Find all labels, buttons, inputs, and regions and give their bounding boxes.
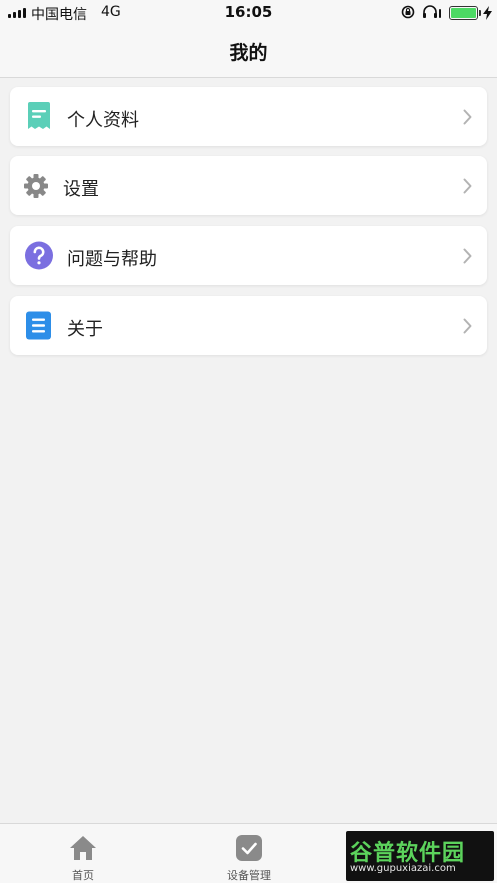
menu-label-help: 问题与帮助 <box>67 249 157 270</box>
page-title: 我的 <box>229 42 268 64</box>
tab-label-home: 首页 <box>72 869 94 882</box>
checkbox-icon <box>236 835 262 861</box>
menu-item-settings[interactable]: 设置 <box>10 156 487 215</box>
chevron-right-icon <box>463 109 472 125</box>
battery-icon <box>449 6 481 20</box>
home-icon <box>70 836 96 860</box>
profile-doc-icon <box>28 102 50 129</box>
question-icon <box>25 241 53 270</box>
list-doc-icon <box>26 311 51 340</box>
gear-icon <box>24 174 48 198</box>
tab-label-device-management: 设备管理 <box>227 869 271 882</box>
status-bar: 中国电信 4G 16:05 <box>0 0 497 26</box>
menu-item-about[interactable]: 关于 <box>10 296 487 355</box>
menu-label-about: 关于 <box>67 319 103 340</box>
watermark-url: www.gupuxiazai.com <box>350 863 456 874</box>
rotation-lock-icon <box>401 5 415 19</box>
watermark-logo: 谷普软件园 www.gupuxiazai.com <box>346 831 494 881</box>
tab-home[interactable]: 首页 <box>0 824 166 883</box>
chevron-right-icon <box>463 178 472 194</box>
chevron-right-icon <box>463 318 472 334</box>
chevron-right-icon <box>463 248 472 264</box>
tab-device-management[interactable]: 设备管理 <box>166 824 332 883</box>
menu-label-profile: 个人资料 <box>67 110 139 131</box>
menu-item-help[interactable]: 问题与帮助 <box>10 226 487 285</box>
menu-item-profile[interactable]: 个人资料 <box>10 87 487 146</box>
menu-label-settings: 设置 <box>63 179 99 200</box>
charging-icon <box>483 6 492 20</box>
headphones-icon <box>423 5 441 18</box>
nav-bar: 我的 <box>0 26 497 78</box>
